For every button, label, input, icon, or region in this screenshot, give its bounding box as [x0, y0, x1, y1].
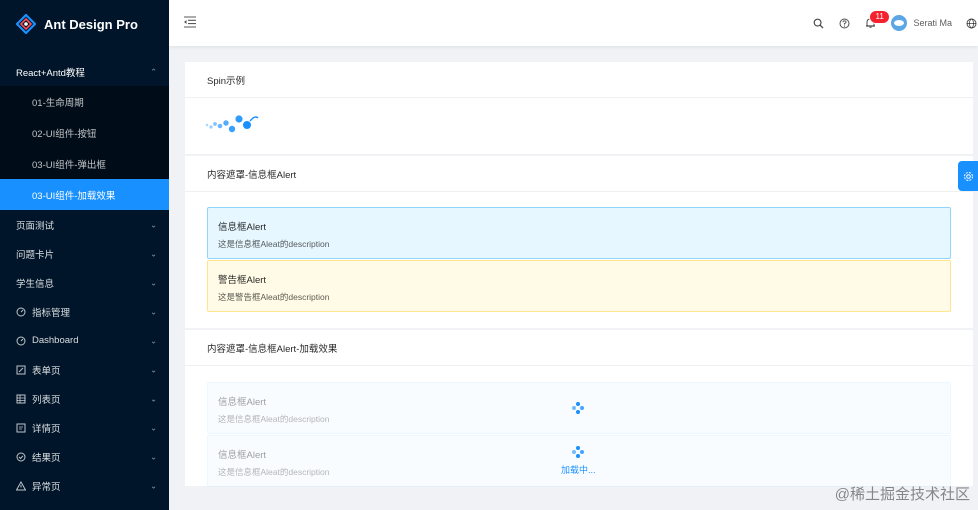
- sidebar-subitem-loading[interactable]: 03-UI组件-加载效果: [0, 179, 169, 210]
- chevron-down-icon: ⌄: [150, 394, 157, 403]
- sidebar-item-label: React+Antd教程: [16, 68, 85, 79]
- sidebar-item-result[interactable]: 结果页 ⌄: [0, 442, 169, 471]
- chevron-up-icon: ⌃: [150, 67, 157, 77]
- sidebar-item-label: 03-UI组件-弹出框: [32, 159, 106, 171]
- alert-mask-card: 内容遮罩-信息框Alert 信息框Alert 这是信息框Aleat的descri…: [185, 156, 973, 328]
- sidebar-item-label: 02-UI组件-按钮: [32, 128, 97, 140]
- app-title: Ant Design Pro: [44, 16, 138, 32]
- question-circle-icon: [839, 18, 850, 28]
- sidebar-item-label: 结果页: [32, 452, 61, 464]
- setting-icon: [963, 171, 973, 181]
- sidebar-item-profile[interactable]: 详情页 ⌄: [0, 413, 169, 442]
- sidebar-item-label: 问题卡片: [16, 249, 55, 261]
- loading-tip: 加载中...: [561, 465, 596, 475]
- form-icon: [16, 365, 26, 375]
- card-title: Spin示例: [185, 62, 973, 98]
- sidebar-item-student-info[interactable]: 学生信息 ⌄: [0, 268, 169, 297]
- warning-alert: 警告框Alert 这是警告框Aleat的description: [207, 260, 951, 312]
- header-right: 11 Serati Ma: [805, 0, 978, 46]
- warning-icon: [16, 480, 26, 491]
- alert-message: 信息框Alert: [218, 222, 267, 233]
- sidebar-item-exception[interactable]: 异常页 ⌄: [0, 471, 169, 500]
- sidebar-item-label: 03-UI组件-加载效果: [32, 190, 116, 202]
- chevron-down-icon: ⌄: [150, 278, 157, 287]
- menu-fold-icon[interactable]: [183, 15, 197, 29]
- chevron-down-icon: ⌄: [150, 307, 157, 316]
- page-content: Spin示例 内容遮罩-信息框Alert 信息框Alert 这是信息框Aleat…: [185, 62, 973, 502]
- card-title: 内容遮罩-信息框Alert-加载效果: [185, 330, 973, 366]
- sidebar-item-list[interactable]: 列表页 ⌄: [0, 384, 169, 413]
- sidebar-group-react-antd[interactable]: React+Antd教程 ⌃: [0, 58, 169, 86]
- chevron-down-icon: ⌄: [150, 249, 157, 258]
- sidebar-subitem-modal[interactable]: 03-UI组件-弹出框: [0, 148, 169, 179]
- sidebar-item-metrics[interactable]: 指标管理 ⌄: [0, 297, 169, 326]
- spin-card: Spin示例: [185, 62, 973, 154]
- sidebar-item-label: 列表页: [32, 394, 61, 406]
- sidebar-subitem-lifecycle[interactable]: 01-生命周期: [0, 86, 169, 117]
- chevron-down-icon: ⌄: [150, 481, 157, 490]
- app-root: Ant Design Pro React+Antd教程 ⌃ 01-生命周期 02…: [0, 0, 978, 510]
- sidebar-submenu: 01-生命周期 02-UI组件-按钮 03-UI组件-弹出框 03-UI组件-加…: [0, 86, 169, 210]
- sidebar-item-label: 详情页: [32, 423, 61, 435]
- alert-description: 这是信息框Aleat的description: [218, 414, 330, 424]
- logo[interactable]: Ant Design Pro: [0, 0, 169, 48]
- alert-description: 这是警告框Aleat的description: [218, 292, 330, 302]
- alert-message: 警告框Alert: [218, 275, 267, 286]
- info-alert: 信息框Alert 这是信息框Aleat的description: [207, 207, 951, 259]
- card-title: 内容遮罩-信息框Alert: [185, 156, 973, 192]
- user-dropdown[interactable]: Serati Ma: [891, 0, 952, 46]
- alert-group: 信息框Alert 这是信息框Aleat的description 警告框Alert…: [185, 192, 973, 328]
- sidebar-item-label: Dashboard: [32, 335, 79, 346]
- spin-indicator: [572, 446, 584, 458]
- help-button[interactable]: [831, 0, 857, 46]
- setting-drawer-handle[interactable]: [958, 161, 978, 191]
- watermark: @稀土掘金技术社区: [834, 486, 970, 503]
- loading-container: 信息框Alert 这是信息框Aleat的description 信息框Alert…: [185, 366, 973, 487]
- logo-icon: [16, 14, 36, 34]
- sidebar-item-page-test[interactable]: 页面测试 ⌄: [0, 210, 169, 239]
- notification-badge: 11: [870, 11, 889, 23]
- spin-indicator: [205, 115, 259, 133]
- sidebar-item-dashboard[interactable]: Dashboard ⌄: [0, 326, 169, 355]
- chevron-down-icon: ⌄: [150, 423, 157, 432]
- search-button[interactable]: [805, 0, 831, 46]
- sidebar-menu: React+Antd教程 ⌃ 01-生命周期 02-UI组件-按钮 03-UI组…: [0, 48, 169, 500]
- chevron-down-icon: ⌄: [150, 336, 157, 345]
- profile-icon: [16, 423, 26, 433]
- spin-indicator: [572, 402, 584, 414]
- dashboard-icon: [16, 307, 26, 317]
- dashboard-icon: [16, 336, 26, 346]
- search-icon: [813, 18, 824, 28]
- sidebar-item-question-card[interactable]: 问题卡片 ⌄: [0, 239, 169, 268]
- sidebar-item-label: 学生信息: [16, 278, 55, 290]
- chevron-down-icon: ⌄: [150, 365, 157, 374]
- alert-loading-card: 内容遮罩-信息框Alert-加载效果 信息框Alert 这是信息框Aleat的d…: [185, 330, 973, 487]
- sidebar-item-label: 页面测试: [16, 220, 55, 232]
- chevron-down-icon: ⌄: [150, 220, 157, 229]
- spin-demo: [185, 98, 973, 154]
- language-button[interactable]: [964, 0, 978, 46]
- sidebar: Ant Design Pro React+Antd教程 ⌃ 01-生命周期 02…: [0, 0, 169, 510]
- user-name: Serati Ma: [913, 18, 952, 28]
- global-header: 11 Serati Ma: [169, 0, 978, 46]
- table-icon: [16, 394, 26, 404]
- chevron-down-icon: ⌄: [150, 452, 157, 461]
- sidebar-subitem-button[interactable]: 02-UI组件-按钮: [0, 117, 169, 148]
- info-alert: 信息框Alert 这是信息框Aleat的description: [207, 435, 951, 487]
- check-circle-icon: [16, 452, 26, 462]
- avatar: [891, 15, 908, 31]
- sidebar-item-form[interactable]: 表单页 ⌄: [0, 355, 169, 384]
- sidebar-item-label: 异常页: [32, 481, 61, 493]
- globe-icon: [966, 18, 976, 28]
- sidebar-item-label: 表单页: [32, 365, 61, 377]
- alert-description: 这是信息框Aleat的description: [218, 239, 330, 249]
- sidebar-item-label: 指标管理: [32, 307, 71, 319]
- notification-button[interactable]: 11: [857, 0, 889, 46]
- sidebar-item-label: 01-生命周期: [32, 97, 84, 109]
